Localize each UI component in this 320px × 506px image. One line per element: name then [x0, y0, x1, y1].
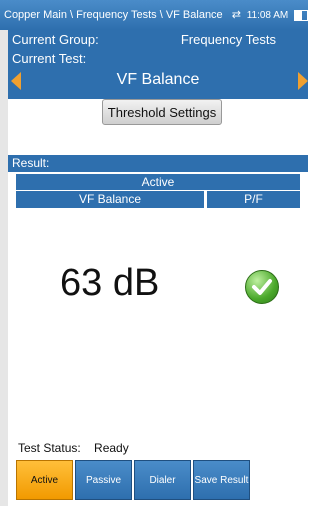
pass-check-icon [245, 270, 279, 304]
next-test-arrow-icon[interactable] [298, 72, 308, 90]
left-rail [0, 30, 8, 506]
current-group-value: Frequency Tests [180, 32, 276, 47]
test-status-value: Ready [94, 441, 129, 455]
column-header-vf-balance: VF Balance [16, 191, 204, 208]
column-header-pass-fail: P/F [207, 191, 300, 208]
current-test-name: VF Balance [116, 71, 200, 88]
current-test-label: Current Test: [12, 51, 87, 66]
vf-balance-value: 63 dB [60, 262, 160, 304]
test-status-label: Test Status: [18, 441, 81, 455]
current-group-row: Current Group: Frequency Tests [8, 30, 308, 49]
current-test-row: Current Test: VF Balance [8, 49, 308, 99]
tab-active[interactable]: Active [16, 460, 73, 500]
result-label: Result: [12, 156, 50, 170]
status-area: ⇄ 11:08 AM [232, 0, 308, 31]
clock: 11:08 AM [246, 10, 289, 21]
tab-passive[interactable]: Passive [75, 460, 132, 500]
test-status: Test Status: Ready [18, 441, 129, 455]
tab-save-result[interactable]: Save Result [193, 460, 250, 500]
result-mode: Active [16, 174, 300, 190]
breadcrumb: Copper Main \ Frequency Tests \ VF Balan… [4, 9, 223, 21]
title-bar: Copper Main \ Frequency Tests \ VF Balan… [0, 0, 308, 30]
tab-dialer[interactable]: Dialer [134, 460, 191, 500]
result-header: Result: [8, 155, 308, 172]
battery-icon [294, 9, 308, 21]
current-group-label: Current Group: [12, 32, 99, 47]
sync-icon: ⇄ [231, 9, 241, 21]
threshold-settings-button[interactable]: Threshold Settings [102, 99, 222, 125]
